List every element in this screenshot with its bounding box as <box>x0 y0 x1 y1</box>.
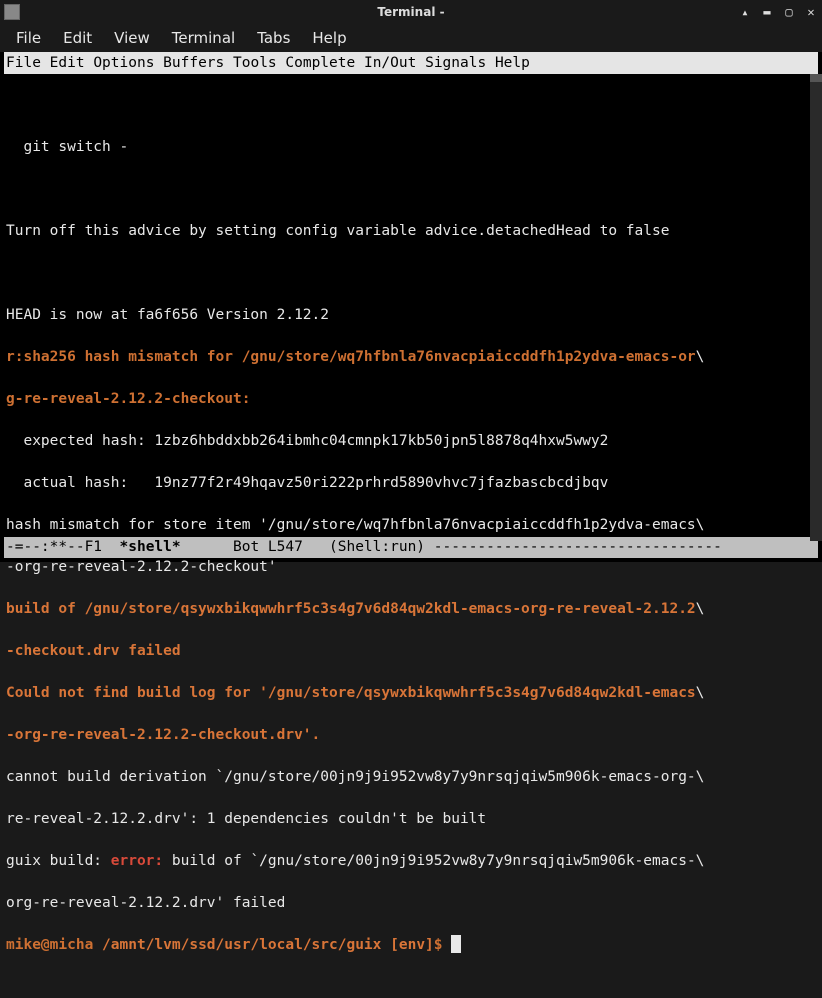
maximize-button[interactable]: ▢ <box>782 5 796 19</box>
output-line: Turn off this advice by setting config v… <box>6 221 816 242</box>
output-line: hash mismatch for store item '/gnu/store… <box>6 515 816 536</box>
output-line: build of `/gnu/store/00jn9j9i952vw8y7y9n… <box>163 853 704 869</box>
emacs-menu-help[interactable]: Help <box>495 55 530 71</box>
error-label: error: <box>111 853 163 869</box>
prompt-user: mike@micha <box>6 937 93 953</box>
app-menubar: File Edit View Terminal Tabs Help <box>0 24 822 52</box>
error-line: -checkout.drv failed <box>6 643 181 659</box>
menu-tabs[interactable]: Tabs <box>247 25 300 51</box>
emacs-menubar: File Edit Options Buffers Tools Complete… <box>4 52 818 74</box>
output-line: actual hash: 19nz77f2r49hqavz50ri222prhr… <box>6 473 816 494</box>
error-line: build of /gnu/store/qsywxbikqwwhrf5c3s4g… <box>6 601 696 617</box>
window-title: Terminal - <box>377 5 444 19</box>
output-line: org-re-reveal-2.12.2.drv' failed <box>6 893 816 914</box>
menu-terminal[interactable]: Terminal <box>162 25 245 51</box>
menu-help[interactable]: Help <box>302 25 356 51</box>
wrap-char: \ <box>696 349 705 365</box>
shade-button[interactable]: ▴ <box>738 5 752 19</box>
output-line: -org-re-reveal-2.12.2-checkout' <box>6 557 816 578</box>
emacs-menu-inout[interactable]: In/Out <box>364 55 416 71</box>
minimize-button[interactable]: ▬ <box>760 5 774 19</box>
prompt-path: /amnt/lvm/ssd/usr/local/src/guix [env] <box>93 937 433 953</box>
output-line: git switch - <box>6 137 816 158</box>
terminal-buffer[interactable]: git switch - Turn off this advice by set… <box>4 74 818 537</box>
scrollbar-track[interactable] <box>810 74 822 541</box>
close-button[interactable]: ✕ <box>804 5 818 19</box>
output-line: cannot build derivation `/gnu/store/00jn… <box>6 767 816 788</box>
emacs-menu-signals[interactable]: Signals <box>425 55 486 71</box>
error-line: g-re-reveal-2.12.2-checkout: <box>6 391 250 407</box>
titlebar: Terminal - ▴ ▬ ▢ ✕ <box>0 0 822 24</box>
text-cursor <box>451 935 461 953</box>
terminal-area: File Edit Options Buffers Tools Complete… <box>0 52 822 562</box>
scrollbar-thumb[interactable] <box>810 74 822 82</box>
emacs-menu-tools[interactable]: Tools <box>233 55 277 71</box>
emacs-menu-edit[interactable]: Edit <box>50 55 85 71</box>
prompt-symbol: $ <box>434 937 451 953</box>
output-line: guix build: <box>6 853 111 869</box>
emacs-menu-file[interactable]: File <box>6 55 41 71</box>
emacs-menu-complete[interactable]: Complete <box>285 55 355 71</box>
wrap-char: \ <box>696 601 705 617</box>
emacs-menu-buffers[interactable]: Buffers <box>163 55 224 71</box>
error-line: Could not find build log for '/gnu/store… <box>6 685 696 701</box>
menu-edit[interactable]: Edit <box>53 25 102 51</box>
output-line: re-reveal-2.12.2.drv': 1 dependencies co… <box>6 809 816 830</box>
menu-file[interactable]: File <box>6 25 51 51</box>
wrap-char: \ <box>696 685 705 701</box>
emacs-menu-options[interactable]: Options <box>93 55 154 71</box>
output-line: HEAD is now at fa6f656 Version 2.12.2 <box>6 305 816 326</box>
error-line: r:sha256 hash mismatch for /gnu/store/wq… <box>6 349 696 365</box>
window-controls: ▴ ▬ ▢ ✕ <box>738 5 818 19</box>
menu-view[interactable]: View <box>104 25 160 51</box>
error-line: -org-re-reveal-2.12.2-checkout.drv'. <box>6 727 320 743</box>
terminal-app-icon <box>4 4 20 20</box>
output-line: expected hash: 1zbz6hbddxbb264ibmhc04cmn… <box>6 431 816 452</box>
